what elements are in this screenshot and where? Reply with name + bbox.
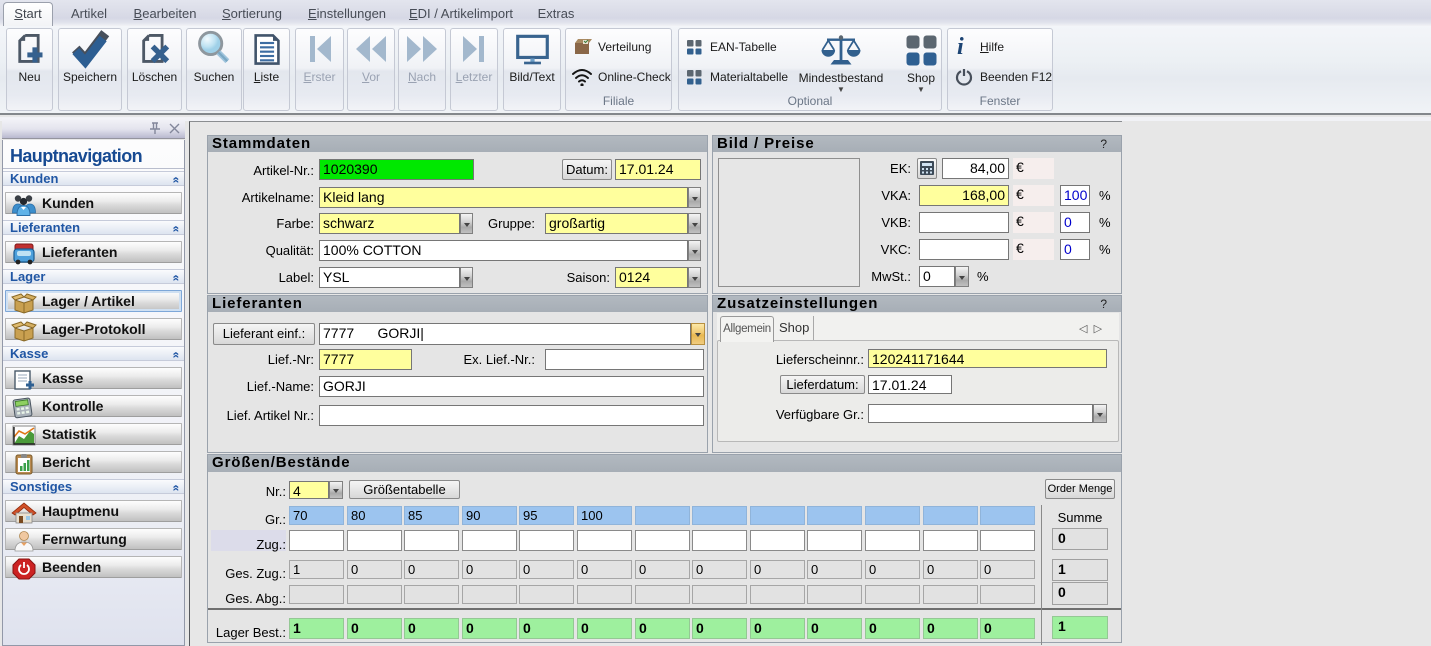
svg-text:i: i — [957, 36, 964, 58]
